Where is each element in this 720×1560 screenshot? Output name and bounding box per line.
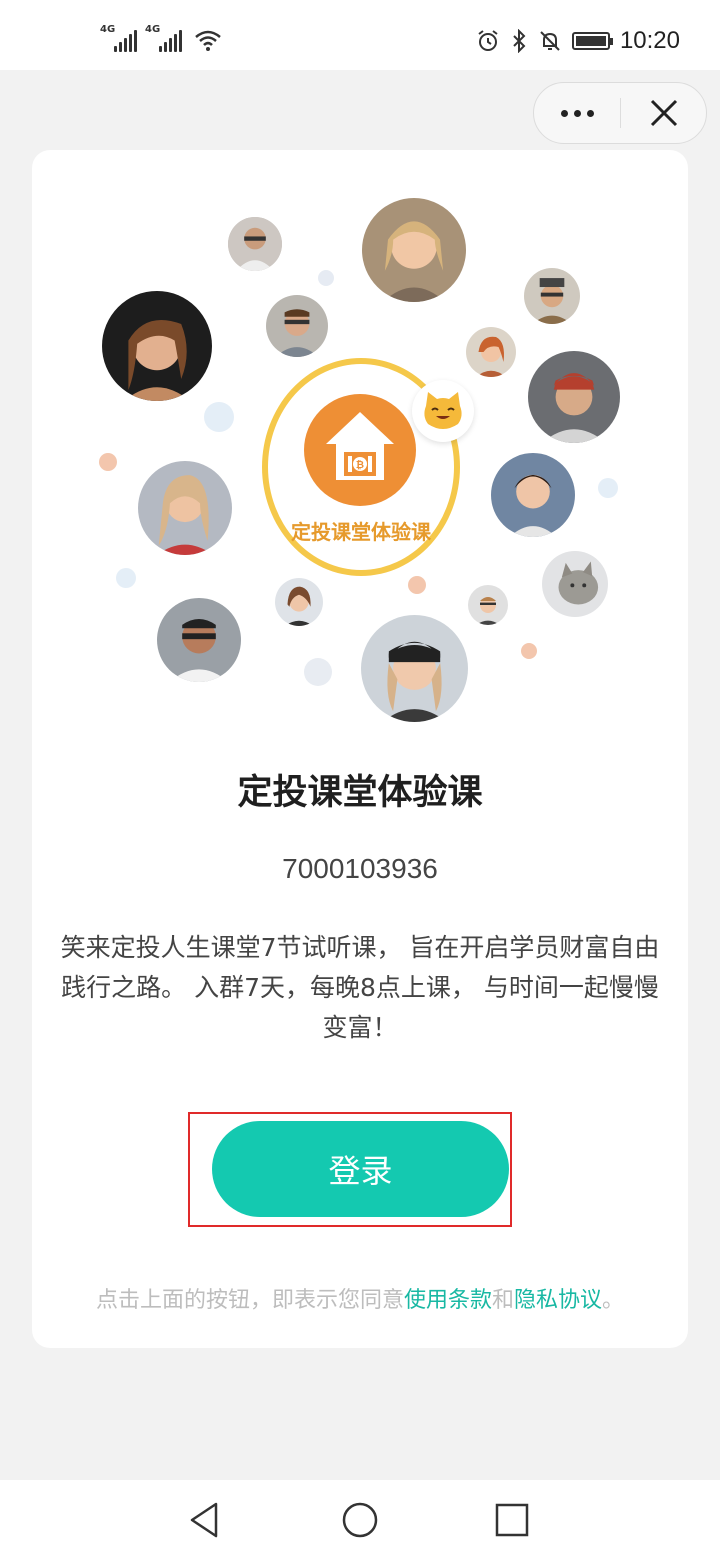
avatar	[102, 291, 212, 401]
system-nav-bar	[0, 1480, 720, 1560]
signal-label: 4G	[100, 24, 116, 35]
avatar	[468, 585, 508, 625]
signal-icon: 4G	[100, 24, 137, 52]
decor-dot	[116, 568, 136, 588]
signal-icon: 4G	[145, 24, 182, 52]
status-bar: 4G 4G 10:20	[0, 0, 720, 70]
status-time: 10:20	[619, 27, 680, 54]
avatar	[524, 268, 580, 324]
home-icon[interactable]	[340, 1500, 380, 1540]
close-button[interactable]	[621, 83, 706, 143]
decor-dot	[598, 478, 618, 498]
decor-dot	[99, 453, 117, 471]
avatar	[528, 351, 620, 443]
course-description: 笑来定投人生课堂7节试听课， 旨在开启学员财富自由践行之路。 入群7天，每晚8点…	[60, 933, 660, 1042]
course-id: 7000103936	[282, 853, 438, 884]
decor-dot	[521, 643, 537, 659]
recents-icon[interactable]	[492, 1500, 532, 1540]
decor-dot	[318, 270, 334, 286]
course-logo-badge: ₿	[304, 394, 416, 506]
agreement-and: 和	[491, 1288, 514, 1313]
svg-text:₿: ₿	[356, 459, 364, 471]
status-right: 10:20	[476, 26, 680, 56]
agreement-text: 点击上面的按钮，即表示您同意使用条款和隐私协议。	[32, 1282, 688, 1314]
bluetooth-icon	[513, 29, 526, 53]
avatar	[361, 615, 468, 722]
miniprogram-capsule	[533, 82, 707, 144]
more-dots-icon	[560, 109, 568, 117]
wifi-icon	[195, 30, 221, 51]
agreement-prefix: 点击上面的按钮，即表示您同意	[95, 1288, 404, 1313]
status-left: 4G 4G	[100, 24, 222, 52]
decor-dot	[304, 658, 332, 686]
avatar	[466, 327, 516, 377]
avatar	[266, 295, 328, 357]
decor-dot	[408, 576, 426, 594]
cat-emoji-icon	[412, 380, 474, 442]
avatar	[362, 198, 466, 302]
house-icon: ₿	[326, 412, 394, 480]
alarm-icon	[478, 30, 498, 51]
course-card: ₿ 定投课堂体验课 定投课堂体验课 7000103936 笑来定投人生课堂7节试…	[32, 150, 688, 1348]
avatar	[138, 461, 232, 555]
battery-icon	[571, 32, 613, 50]
mute-icon	[540, 31, 560, 51]
avatar	[228, 217, 282, 271]
course-title: 定投课堂体验课	[237, 773, 483, 813]
avatar	[542, 551, 608, 617]
course-logo-text: 定投课堂体验课	[291, 520, 431, 544]
avatar	[157, 598, 241, 682]
avatar	[275, 578, 323, 626]
close-icon	[650, 99, 677, 127]
more-button[interactable]	[534, 83, 620, 143]
back-icon[interactable]	[186, 1500, 226, 1540]
privacy-link[interactable]: 隐私协议	[514, 1288, 602, 1313]
login-button[interactable]: 登录	[212, 1121, 509, 1217]
agreement-suffix: 。	[602, 1288, 625, 1313]
terms-link[interactable]: 使用条款	[404, 1288, 492, 1313]
decor-dot	[204, 402, 234, 432]
avatar	[491, 453, 575, 537]
signal-label: 4G	[145, 24, 161, 35]
